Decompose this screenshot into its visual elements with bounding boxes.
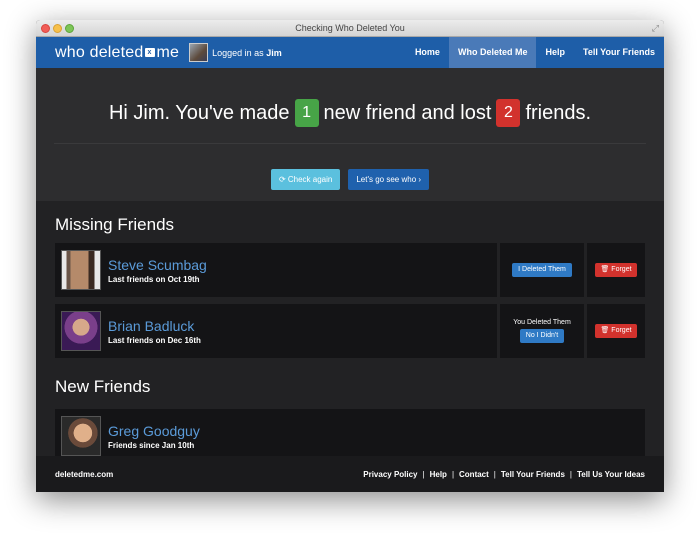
footer-link-ideas[interactable]: Tell Us Your Ideas: [577, 470, 645, 479]
navbar: who deleted x me Logged in as Jim Home W…: [36, 37, 664, 68]
forget-label: Forget: [611, 266, 632, 273]
new-friend-count-badge: 1: [294, 99, 319, 127]
summary-headline: Hi Jim. You've made 1 new friend and los…: [36, 68, 664, 127]
forget-button[interactable]: 🗑 Forget: [595, 324, 637, 338]
fullscreen-icon[interactable]: ⤢: [652, 23, 659, 34]
friend-card: Greg Goodguy Friends since Jan 10th: [55, 409, 645, 463]
hero-actions: ⟳ Check again Let's go see who ›: [36, 169, 664, 190]
minimize-window-button[interactable]: [53, 24, 62, 33]
footer-separator: |: [569, 469, 572, 479]
refresh-icon: ⟳: [278, 175, 288, 184]
friend-photo: [61, 250, 101, 290]
missing-friend-row: Brian Badluck Last friends on Dec 16th Y…: [55, 304, 645, 358]
see-who-button[interactable]: Let's go see who ›: [348, 169, 430, 190]
hero-divider: [54, 143, 646, 144]
trash-icon: 🗑: [600, 266, 612, 273]
friend-name-link[interactable]: Brian Badluck: [108, 318, 201, 334]
close-window-button[interactable]: [41, 24, 50, 33]
footer-separator: |: [493, 469, 496, 479]
main-nav: Home Who Deleted Me Help Tell Your Frien…: [406, 37, 664, 68]
logo-x-icon: x: [144, 48, 155, 57]
main-content: Missing Friends Steve Scumbag Last frien…: [36, 201, 664, 492]
footer-link-help[interactable]: Help: [430, 470, 447, 479]
footer-link-tell-friends[interactable]: Tell Your Friends: [501, 470, 565, 479]
headline-part3: friends.: [525, 101, 592, 124]
footer-separator: |: [451, 469, 455, 479]
missing-friends-heading: Missing Friends: [55, 215, 175, 234]
logged-in-status: Logged in as Jim: [212, 48, 282, 58]
logo-text-b: me: [156, 43, 180, 61]
user-avatar: [189, 43, 209, 62]
i-deleted-them-button[interactable]: I Deleted Them: [512, 263, 572, 277]
friend-card: Steve Scumbag Last friends on Oct 19th: [55, 243, 497, 297]
friend-info: Brian Badluck Last friends on Dec 16th: [108, 318, 201, 345]
nav-home[interactable]: Home: [406, 37, 449, 68]
summary-hero: Hi Jim. You've made 1 new friend and los…: [36, 68, 664, 201]
friend-last-date: Last friends on Dec 16th: [108, 335, 201, 345]
no-i-didnt-button[interactable]: No I Didn't: [519, 329, 565, 343]
trash-icon: 🗑: [600, 327, 612, 334]
deletion-action-cell: You Deleted Them No I Didn't: [500, 304, 584, 358]
footer: deletedme.com Privacy Policy | Help | Co…: [36, 456, 664, 492]
you-deleted-them-label: You Deleted Them: [513, 319, 571, 326]
new-friend-row: Greg Goodguy Friends since Jan 10th: [55, 409, 645, 463]
nav-help[interactable]: Help: [536, 37, 574, 68]
forget-cell: 🗑 Forget: [587, 304, 645, 358]
friend-name-link[interactable]: Greg Goodguy: [108, 423, 200, 439]
friend-since-date: Friends since Jan 10th: [108, 440, 195, 450]
friend-info: Greg Goodguy Friends since Jan 10th: [108, 423, 200, 450]
chevron-right-icon: ›: [416, 175, 422, 184]
app-window: Checking Who Deleted You ⤢ who deleted x…: [36, 20, 664, 492]
forget-label: Forget: [611, 327, 632, 334]
title-bar: Checking Who Deleted You ⤢: [36, 20, 664, 37]
logo-text-a: who deleted: [55, 43, 144, 61]
deletion-action-cell: I Deleted Them: [500, 243, 584, 297]
logged-in-prefix: Logged in as: [212, 47, 264, 58]
check-again-label: Check again: [287, 175, 333, 184]
zoom-window-button[interactable]: [65, 24, 74, 33]
new-friends-heading: New Friends: [55, 377, 151, 396]
check-again-button[interactable]: ⟳ Check again: [270, 169, 341, 190]
brand-logo[interactable]: who deleted x me: [55, 44, 179, 62]
nav-tell-your-friends[interactable]: Tell Your Friends: [574, 37, 664, 68]
window-title: Checking Who Deleted You: [295, 23, 405, 33]
nav-who-deleted-me[interactable]: Who Deleted Me: [448, 37, 537, 68]
friend-name-link[interactable]: Steve Scumbag: [108, 257, 207, 273]
friend-last-date: Last friends on Oct 19th: [108, 274, 200, 284]
missing-friend-row: Steve Scumbag Last friends on Oct 19th I…: [55, 243, 645, 297]
footer-link-contact[interactable]: Contact: [459, 470, 489, 479]
footer-link-privacy[interactable]: Privacy Policy: [363, 470, 417, 479]
friend-photo: [61, 311, 101, 351]
footer-separator: |: [422, 469, 425, 479]
forget-cell: 🗑 Forget: [587, 243, 645, 297]
forget-button[interactable]: 🗑 Forget: [595, 263, 637, 277]
footer-links: Privacy Policy | Help | Contact | Tell Y…: [363, 470, 645, 479]
headline-part1: Hi Jim. You've made: [108, 101, 290, 124]
lost-friend-count-badge: 2: [496, 99, 521, 127]
footer-site-name: deletedme.com: [55, 469, 114, 479]
friend-info: Steve Scumbag Last friends on Oct 19th: [108, 257, 207, 284]
friend-card: Brian Badluck Last friends on Dec 16th: [55, 304, 497, 358]
see-who-label: Let's go see who: [356, 175, 417, 184]
friend-photo: [61, 416, 101, 456]
logged-in-username: Jim: [266, 47, 282, 58]
headline-part2: new friend and lost: [323, 101, 492, 124]
